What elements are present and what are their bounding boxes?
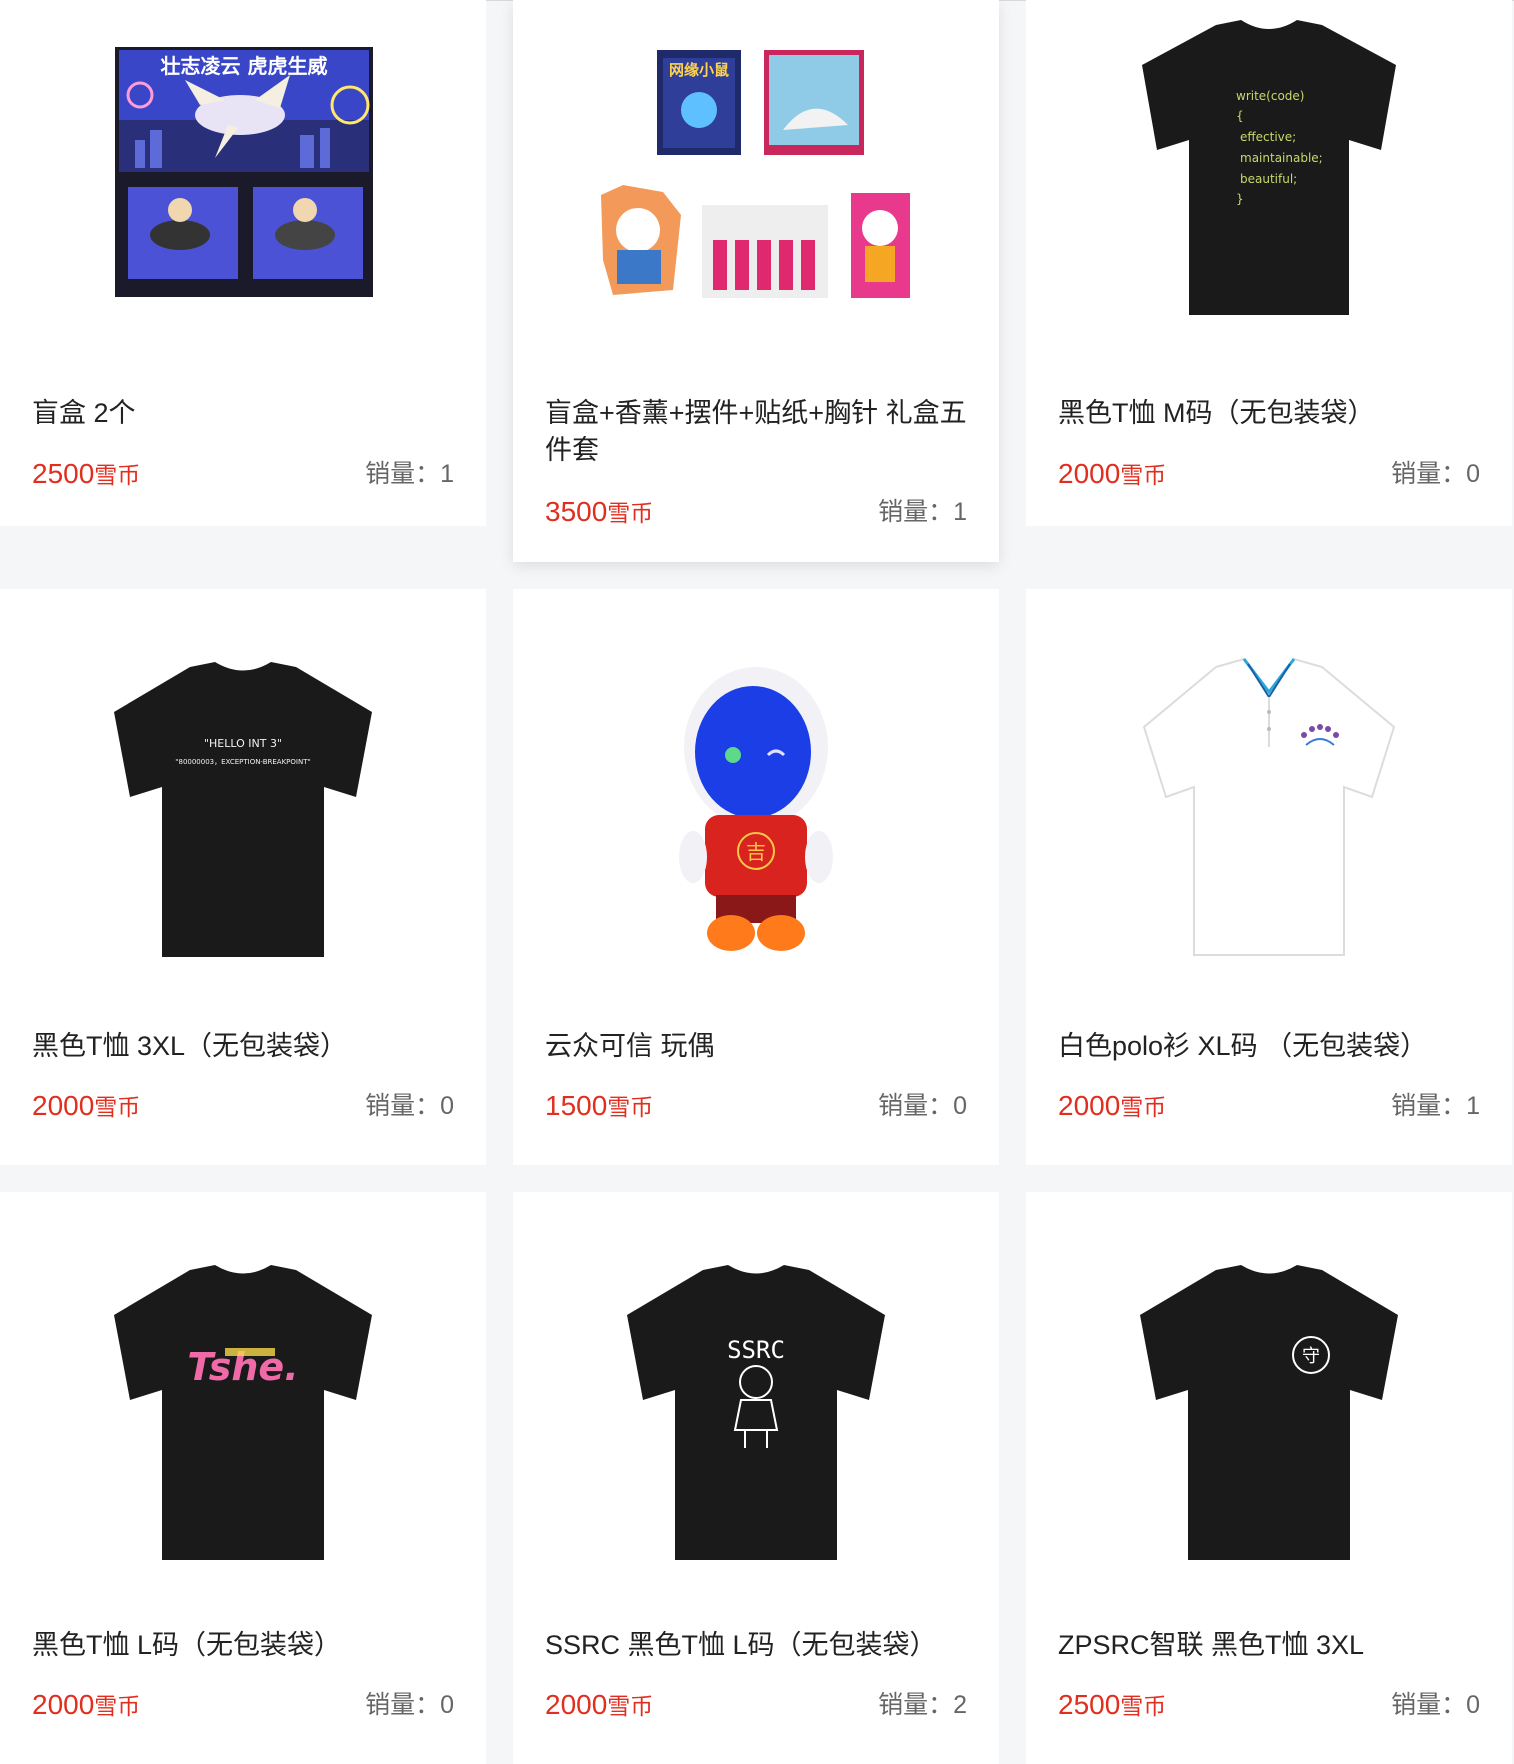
product-price: 3500雪币 <box>545 496 654 527</box>
product-sales: 销量：0 <box>1391 460 1480 488</box>
code-line: effective; <box>1240 130 1296 144</box>
product-name: 黑色T恤 M码（无包装袋） <box>1058 398 1375 428</box>
product-card[interactable]: 白色polo衫 XL码 （无包装袋） 2000雪币 销量：1 <box>1026 589 1512 1165</box>
product-card[interactable]: 吉 云众可信 玩偶 1500雪币 销量：0 <box>513 589 999 1165</box>
product-name: 云众可信 玩偶 <box>545 1031 715 1061</box>
product-name: 盲盒+香薰+摆件+贴纸+胸针 礼盒五件套 <box>545 398 967 465</box>
product-sales: 销量：0 <box>1391 1691 1480 1719</box>
product-price: 2000雪币 <box>32 1689 141 1720</box>
product-name: 黑色T恤 L码（无包装袋） <box>32 1630 342 1660</box>
product-card[interactable]: Tshe. 黑色T恤 L码（无包装袋） 2000雪币 销量：0 <box>0 1192 486 1764</box>
product-card[interactable]: 守 ZPSRC智联 黑色T恤 3XL 2500雪币 销量：0 <box>1026 1192 1512 1764</box>
product-card[interactable]: SSRC SSRC 黑色T恤 L码（无包装袋） 2000雪币 销量：2 <box>513 1192 999 1764</box>
code-line: { <box>1236 109 1244 123</box>
product-name: ZPSRC智联 黑色T恤 3XL <box>1058 1630 1365 1660</box>
blind-box-image: 壮志凌云 虎虎生威 <box>0 0 486 360</box>
product-sales: 销量：1 <box>365 460 454 488</box>
black-tshirt-ssrc-image: SSRC <box>513 1240 999 1600</box>
plush-doll-image-text: 吉 <box>746 840 766 864</box>
product-price: 2500雪币 <box>32 458 141 489</box>
black-tshirt-code-image: write(code) { effective; maintainable; b… <box>1026 0 1512 360</box>
product-card[interactable]: "HELLO INT 3" "80000003，EXCEPTION-BREAKP… <box>0 589 486 1165</box>
product-sales: 销量：0 <box>365 1092 454 1120</box>
black-tshirt-badge-text: 守 <box>1302 1346 1320 1367</box>
code-line: } <box>1236 192 1244 206</box>
shirt-print-line: "80000003，EXCEPTION-BREAKPOINT" <box>175 758 310 766</box>
black-tshirt-badge-image: 守 <box>1026 1240 1512 1600</box>
black-tshirt-hello-image: "HELLO INT 3" "80000003，EXCEPTION-BREAKP… <box>0 637 486 997</box>
product-price: 2500雪币 <box>1058 1689 1167 1720</box>
code-line: beautiful; <box>1240 172 1297 186</box>
product-grid: 壮志凌云 虎虎生威 盲盒 2个 2500雪币 销量：1 网缘小鼠 盲盒+香薰+摆… <box>0 0 1514 1764</box>
product-price: 2000雪币 <box>1058 458 1167 489</box>
product-name: 白色polo衫 XL码 （无包装袋） <box>1058 1031 1428 1061</box>
product-name: 盲盒 2个 <box>32 398 136 428</box>
black-tshirt-ssrc-text: SSRC <box>727 1336 785 1364</box>
product-sales: 销量：1 <box>1391 1092 1480 1120</box>
product-name: 黑色T恤 3XL（无包装袋） <box>32 1031 348 1061</box>
gift-set-image-text: 网缘小鼠 <box>669 61 729 79</box>
product-sales: 销量：1 <box>878 498 967 526</box>
product-sales: 销量：2 <box>878 1691 967 1719</box>
product-card[interactable]: 壮志凌云 虎虎生威 盲盒 2个 2500雪币 销量：1 <box>0 0 486 526</box>
product-card[interactable]: 网缘小鼠 盲盒+香薰+摆件+贴纸+胸针 礼盒五件套 3500雪币 销量：1 <box>513 0 999 562</box>
product-price: 2000雪币 <box>1058 1090 1167 1121</box>
product-sales: 销量：0 <box>365 1691 454 1719</box>
plush-doll-image: 吉 <box>513 637 999 997</box>
product-price: 2000雪币 <box>545 1689 654 1720</box>
shirt-print-line: "HELLO INT 3" <box>204 737 282 750</box>
product-name: SSRC 黑色T恤 L码（无包装袋） <box>545 1630 937 1660</box>
black-tshirt-pink-logo-image: Tshe. <box>0 1240 486 1600</box>
white-polo-image <box>1026 637 1512 997</box>
product-card[interactable]: write(code) { effective; maintainable; b… <box>1026 0 1512 526</box>
code-line: write(code) <box>1236 89 1304 103</box>
blind-box-image-text: 壮志凌云 虎虎生威 <box>161 54 328 78</box>
product-price: 2000雪币 <box>32 1090 141 1121</box>
gift-set-image: 网缘小鼠 <box>513 0 999 360</box>
product-price: 1500雪币 <box>545 1090 654 1121</box>
code-line: maintainable; <box>1240 151 1323 165</box>
product-sales: 销量：0 <box>878 1092 967 1120</box>
